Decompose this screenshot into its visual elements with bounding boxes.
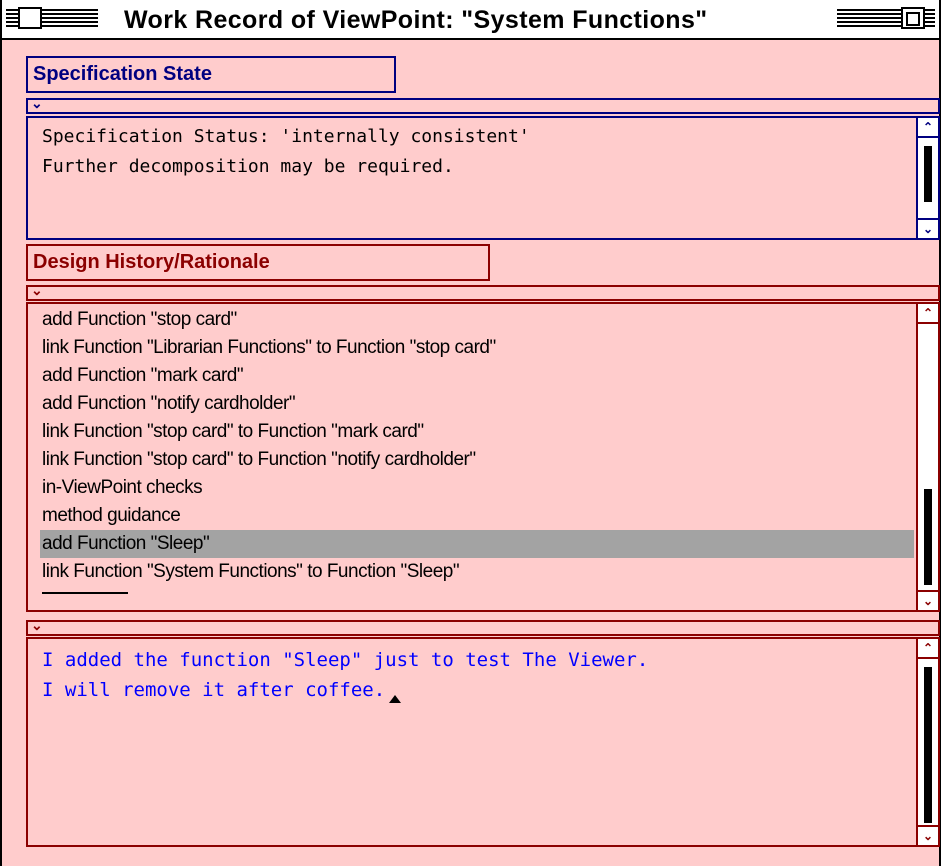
note-line-text: I will remove it after coffee. (42, 679, 386, 701)
history-collapse-bar[interactable]: ⌄ (26, 282, 940, 301)
design-history-header: Design History/Rationale (26, 244, 490, 281)
note-collapse-bar[interactable]: ⌄ (26, 617, 940, 636)
state-collapse-bar[interactable]: ⌄ (26, 95, 940, 114)
scroll-down-arrow-icon[interactable]: ⌄ (918, 218, 938, 238)
history-item[interactable]: method guidance (42, 502, 916, 530)
scroll-down-arrow-icon[interactable]: ⌄ (918, 825, 938, 845)
scroll-up-arrow-icon[interactable]: ⌃ (918, 304, 938, 324)
history-item[interactable]: link Function "System Functions" to Func… (42, 558, 916, 586)
text-cursor-icon (389, 695, 402, 703)
scroll-down-arrow-icon[interactable]: ⌄ (918, 590, 938, 610)
close-box-icon[interactable] (18, 7, 42, 29)
chevron-down-icon[interactable]: ⌄ (31, 617, 43, 633)
history-item[interactable]: in-ViewPoint checks (42, 474, 916, 502)
history-item[interactable]: link Function "stop card" to Function "n… (42, 446, 916, 474)
history-item[interactable]: add Function "mark card" (42, 362, 916, 390)
zoom-box-icon[interactable] (901, 7, 925, 29)
chevron-down-icon[interactable]: ⌄ (31, 95, 43, 111)
history-item[interactable]: link Function "Librarian Functions" to F… (42, 334, 916, 362)
rationale-note-panel: I added the function "Sleep" just to tes… (26, 637, 940, 847)
title-bar[interactable]: Work Record of ViewPoint: "System Functi… (2, 0, 939, 40)
note-line: I added the function "Sleep" just to tes… (42, 649, 649, 671)
state-text-area[interactable]: Specification Status: 'internally consis… (28, 118, 916, 238)
design-history-panel: add Function "stop card" link Function "… (26, 302, 940, 612)
history-item[interactable]: add Function "notify cardholder" (42, 390, 916, 418)
scroll-up-arrow-icon[interactable]: ⌃ (918, 639, 938, 659)
note-line: I will remove it after coffee. (42, 675, 916, 705)
history-list: add Function "stop card" link Function "… (28, 304, 916, 610)
specification-state-header: Specification State (26, 56, 396, 93)
note-scroll-thumb[interactable] (924, 667, 932, 823)
work-record-window: Work Record of ViewPoint: "System Functi… (0, 0, 941, 866)
window-title: Work Record of ViewPoint: "System Functi… (114, 4, 718, 36)
history-scroll-thumb[interactable] (924, 489, 932, 585)
state-line: Further decomposition may be required. (42, 156, 454, 177)
history-scrollbar[interactable]: ⌃ ⌄ (916, 304, 938, 610)
state-scrollbar[interactable]: ⌃ ⌄ (916, 118, 938, 238)
history-item[interactable]: add Function "stop card" (42, 306, 916, 334)
history-item[interactable]: link Function "stop card" to Function "m… (42, 418, 916, 446)
history-item-selected[interactable]: add Function "Sleep" (40, 530, 914, 558)
history-end-rule (42, 592, 128, 594)
scroll-up-arrow-icon[interactable]: ⌃ (918, 118, 938, 138)
specification-state-panel: Specification Status: 'internally consis… (26, 116, 940, 240)
rationale-text-area[interactable]: I added the function "Sleep" just to tes… (28, 639, 916, 845)
note-scrollbar[interactable]: ⌃ ⌄ (916, 639, 938, 845)
state-scroll-thumb[interactable] (924, 146, 932, 202)
state-line: Specification Status: 'internally consis… (42, 126, 530, 147)
chevron-down-icon[interactable]: ⌄ (31, 282, 43, 298)
